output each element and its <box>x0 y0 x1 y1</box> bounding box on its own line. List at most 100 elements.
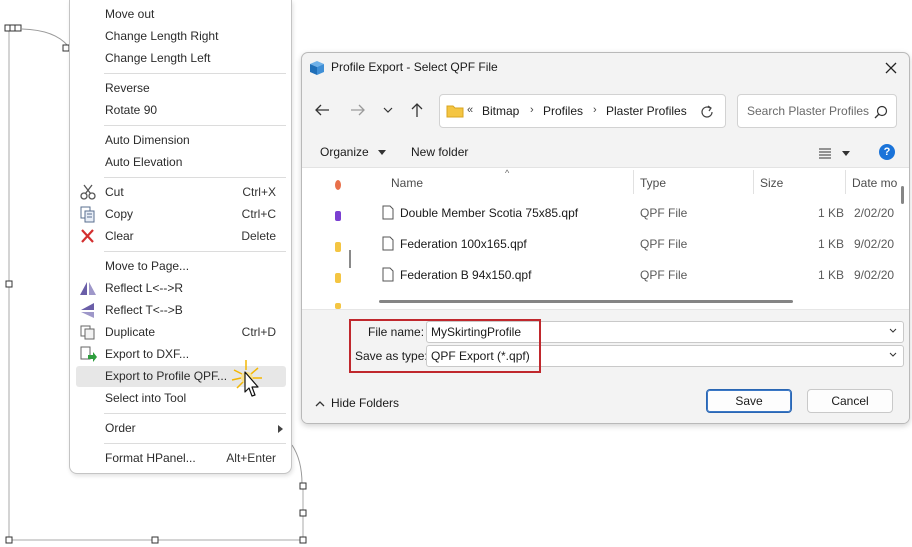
export-dxf-icon <box>80 346 97 362</box>
file-icon <box>382 267 394 282</box>
new-folder-button[interactable]: New folder <box>411 145 468 159</box>
help-icon[interactable]: ? <box>879 144 895 160</box>
file-name: Federation 100x165.qpf <box>400 237 527 251</box>
scissors-icon <box>80 184 96 200</box>
mouse-cursor-icon <box>231 360 262 397</box>
breadcrumb-separator-icon: › <box>530 104 534 116</box>
organize-button[interactable]: Organize <box>320 145 387 159</box>
back-button[interactable] <box>312 99 334 121</box>
chevron-down-icon[interactable] <box>889 351 897 359</box>
copy-icon <box>80 206 95 223</box>
nav-pane-folder-icon[interactable] <box>335 273 341 283</box>
save-file-dialog: Profile Export - Select QPF File « Bitma… <box>301 52 910 424</box>
menu-item-reflect-tb[interactable]: Reflect T<-->B <box>76 300 286 321</box>
up-arrow-icon <box>411 103 423 117</box>
address-bar[interactable]: « Bitmap › Profiles › Plaster Profiles <box>439 94 726 128</box>
menu-item-format-hpanel[interactable]: Format HPanel... Alt+Enter <box>76 448 286 469</box>
breadcrumb-profiles[interactable]: Profiles <box>543 104 583 118</box>
menu-item-move-out[interactable]: Move out <box>76 4 286 25</box>
menu-item-cut[interactable]: Cut Ctrl+X <box>76 182 286 203</box>
file-list-vertical-scrollbar[interactable] <box>901 186 904 204</box>
menu-item-rotate-90[interactable]: Rotate 90 <box>76 100 286 121</box>
file-type: QPF File <box>640 237 688 251</box>
context-menu: Move out Change Length Right Change Leng… <box>69 0 292 474</box>
file-name: Double Member Scotia 75x85.qpf <box>400 206 579 220</box>
menu-separator <box>104 73 286 74</box>
folder-icon <box>446 105 464 118</box>
chevron-down-icon[interactable] <box>889 327 897 335</box>
reflect-horizontal-icon <box>80 282 96 295</box>
address-overflow[interactable]: « <box>467 104 473 116</box>
dropdown-arrow-icon <box>378 150 387 156</box>
nav-pane-item-icon[interactable] <box>335 180 341 190</box>
file-row[interactable]: Federation B 94x150.qpf QPF File 1 KB 9/… <box>361 260 895 291</box>
dialog-toolbar: Organize New folder ? <box>302 139 909 167</box>
file-list-horizontal-scrollbar[interactable] <box>379 300 793 303</box>
column-divider[interactable] <box>845 170 846 194</box>
nav-pane-item-icon[interactable] <box>335 211 341 221</box>
menu-item-reverse[interactable]: Reverse <box>76 78 286 99</box>
file-type: QPF File <box>640 268 688 282</box>
navigation-bar: « Bitmap › Profiles › Plaster Profiles S… <box>302 89 909 129</box>
column-divider[interactable] <box>753 170 754 194</box>
cancel-button[interactable]: Cancel <box>807 389 893 413</box>
file-date: 9/02/20 <box>854 237 895 251</box>
menu-item-move-to-page[interactable]: Move to Page... <box>76 256 286 277</box>
breadcrumb-bitmap[interactable]: Bitmap <box>482 104 519 118</box>
red-x-icon <box>81 229 94 243</box>
column-header-size[interactable]: Size <box>760 176 783 190</box>
save-button[interactable]: Save <box>706 389 792 413</box>
menu-item-change-length-left[interactable]: Change Length Left <box>76 48 286 69</box>
forward-arrow-icon <box>351 104 365 116</box>
dialog-titlebar[interactable]: Profile Export - Select QPF File <box>302 53 909 83</box>
recent-locations-button[interactable] <box>377 99 399 121</box>
column-header-name[interactable]: Name <box>391 176 423 190</box>
duplicate-icon <box>80 325 95 340</box>
close-button[interactable] <box>879 57 903 79</box>
file-icon <box>382 236 394 251</box>
nav-pane-scrollbar[interactable] <box>349 250 351 268</box>
search-input[interactable]: Search Plaster Profiles <box>737 94 897 128</box>
menu-item-change-length-right[interactable]: Change Length Right <box>76 26 286 47</box>
menu-separator <box>104 413 286 414</box>
column-divider[interactable] <box>633 170 634 194</box>
breadcrumb-plaster-profiles[interactable]: Plaster Profiles <box>606 104 687 118</box>
highlight-annotation-box <box>349 319 541 373</box>
menu-item-clear[interactable]: Clear Delete <box>76 226 286 247</box>
file-type: QPF File <box>640 206 688 220</box>
chevron-up-icon <box>315 400 325 407</box>
refresh-icon[interactable] <box>699 104 715 120</box>
hide-folders-button[interactable]: Hide Folders <box>315 396 399 410</box>
menu-item-auto-dimension[interactable]: Auto Dimension <box>76 130 286 151</box>
menu-item-order[interactable]: Order <box>76 418 286 439</box>
file-size: 1 KB <box>818 237 845 251</box>
menu-item-auto-elevation[interactable]: Auto Elevation <box>76 152 286 173</box>
up-button[interactable] <box>406 99 428 121</box>
forward-button[interactable] <box>346 99 368 121</box>
menu-separator <box>104 125 286 126</box>
nav-pane-folder-icon[interactable] <box>335 242 341 252</box>
view-dropdown-icon[interactable] <box>842 151 850 156</box>
app-cube-icon <box>310 61 324 75</box>
column-header-date[interactable]: Date mo <box>852 176 897 190</box>
menu-item-reflect-lr[interactable]: Reflect L<-->R <box>76 278 286 299</box>
dialog-title: Profile Export - Select QPF File <box>331 60 498 74</box>
reflect-vertical-icon <box>81 303 94 318</box>
menu-item-copy[interactable]: Copy Ctrl+C <box>76 204 286 225</box>
menu-separator <box>104 443 286 444</box>
file-row[interactable]: Federation 100x165.qpf QPF File 1 KB 9/0… <box>361 229 895 260</box>
file-size: 1 KB <box>818 206 845 220</box>
file-row[interactable]: Double Member Scotia 75x85.qpf QPF File … <box>361 198 895 229</box>
file-date: 9/02/20 <box>854 268 895 282</box>
search-icon <box>874 105 888 119</box>
chevron-down-icon <box>383 107 393 113</box>
file-icon <box>382 205 394 220</box>
organize-label: Organize <box>320 145 369 159</box>
view-options-icon[interactable] <box>818 147 832 159</box>
file-size: 1 KB <box>818 268 845 282</box>
menu-item-duplicate[interactable]: Duplicate Ctrl+D <box>76 322 286 343</box>
file-name: Federation B 94x150.qpf <box>400 268 532 282</box>
column-header-type[interactable]: Type <box>640 176 666 190</box>
close-icon <box>885 62 897 74</box>
file-date: 2/02/20 <box>854 206 895 220</box>
